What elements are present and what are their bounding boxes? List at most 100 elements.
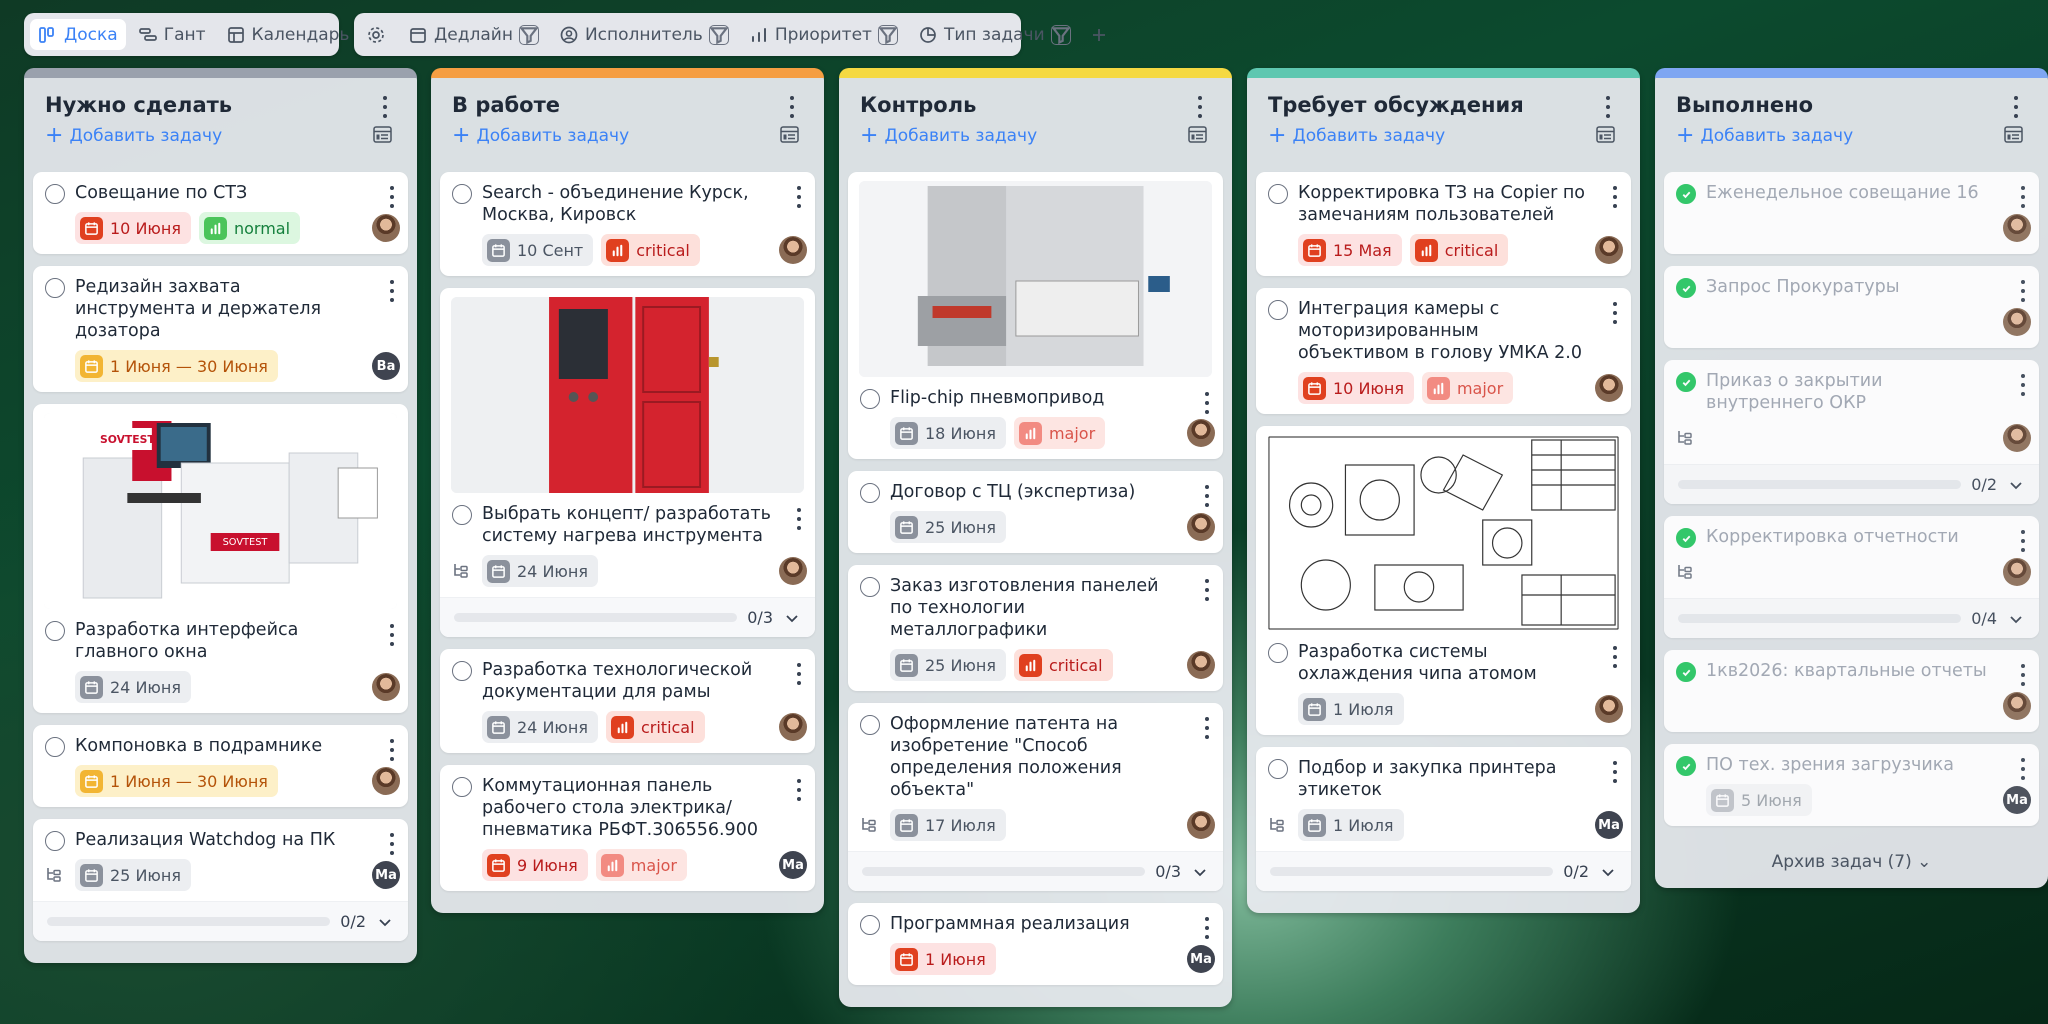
- complete-checkbox[interactable]: [1268, 643, 1288, 663]
- complete-checkbox[interactable]: [1268, 184, 1288, 204]
- archive-toggle[interactable]: Архив задач (7) ⌄: [1664, 838, 2039, 878]
- chevron-down-icon[interactable]: [783, 609, 801, 627]
- assignee-avatar[interactable]: Ма: [1595, 811, 1623, 839]
- task-card[interactable]: Приказ о закрытии внутреннего ОКР 0/2: [1664, 360, 2039, 504]
- add-task-button[interactable]: + Добавить задачу: [440, 125, 815, 147]
- add-task-button[interactable]: + Добавить задачу: [1664, 125, 2039, 147]
- task-menu-icon[interactable]: [796, 508, 802, 530]
- complete-checkbox[interactable]: [452, 777, 472, 797]
- task-menu-icon[interactable]: [389, 186, 395, 208]
- column-menu-icon[interactable]: [1197, 96, 1203, 118]
- task-card[interactable]: Оформление патента на изобретение "Спосо…: [848, 703, 1223, 891]
- view-calendar-tab[interactable]: Календарь: [218, 19, 358, 50]
- assignee-avatar[interactable]: [1595, 374, 1623, 402]
- priority-tag[interactable]: normal: [198, 212, 301, 244]
- due-date-tag[interactable]: 17 Июля: [890, 809, 1006, 841]
- assignee-avatar[interactable]: [1187, 419, 1215, 447]
- task-menu-icon[interactable]: [2020, 664, 2026, 686]
- complete-checkbox[interactable]: [45, 737, 65, 757]
- chevron-down-icon[interactable]: [376, 913, 394, 931]
- task-card[interactable]: Коммутационная панель рабочего стола эле…: [440, 765, 815, 891]
- complete-checkbox[interactable]: [452, 661, 472, 681]
- add-task-button[interactable]: + Добавить задачу: [33, 125, 408, 147]
- filter-deadline[interactable]: Дедлайн: [400, 19, 547, 50]
- filter-task-type[interactable]: Тип задачи: [910, 19, 1079, 50]
- due-date-tag[interactable]: 24 Июня: [75, 671, 191, 703]
- complete-checkbox[interactable]: [1676, 278, 1696, 298]
- assignee-avatar[interactable]: [372, 767, 400, 795]
- task-menu-icon[interactable]: [389, 280, 395, 302]
- view-gantt-tab[interactable]: Гант: [130, 19, 214, 50]
- filter-priority[interactable]: Приоритет: [741, 19, 906, 50]
- due-date-tag[interactable]: 1 Июля: [1298, 693, 1404, 725]
- task-menu-icon[interactable]: [2020, 186, 2026, 208]
- assignee-avatar[interactable]: Ма: [2003, 786, 2031, 814]
- task-menu-icon[interactable]: [796, 663, 802, 685]
- complete-checkbox[interactable]: [452, 184, 472, 204]
- complete-checkbox[interactable]: [452, 505, 472, 525]
- due-date-tag[interactable]: 10 Июня: [75, 212, 191, 244]
- filter-assignee[interactable]: Исполнитель: [551, 19, 737, 50]
- priority-tag[interactable]: major: [595, 849, 687, 881]
- column-menu-icon[interactable]: [1605, 96, 1611, 118]
- task-card[interactable]: Заказ изготовления панелей по технологии…: [848, 565, 1223, 691]
- add-task-button[interactable]: + Добавить задачу: [1256, 125, 1631, 147]
- task-card[interactable]: Корректировка ТЗ на Copier по замечаниям…: [1256, 172, 1631, 276]
- complete-checkbox[interactable]: [860, 715, 880, 735]
- due-date-tag[interactable]: 10 Сент: [482, 234, 594, 266]
- assignee-avatar[interactable]: [2003, 692, 2031, 720]
- task-menu-icon[interactable]: [389, 833, 395, 855]
- task-menu-icon[interactable]: [1204, 917, 1210, 939]
- task-card[interactable]: Разработка технологической документации …: [440, 649, 815, 753]
- complete-checkbox[interactable]: [45, 278, 65, 298]
- task-card[interactable]: Договор с ТЦ (экспертиза) 25 Июня: [848, 471, 1223, 553]
- due-date-tag[interactable]: 10 Июня: [1298, 372, 1414, 404]
- assignee-avatar[interactable]: [779, 557, 807, 585]
- card-layout-icon[interactable]: [1596, 126, 1615, 143]
- chevron-down-icon[interactable]: [2007, 610, 2025, 628]
- task-card[interactable]: Выбрать концепт/ разработать систему наг…: [440, 288, 815, 637]
- column-menu-icon[interactable]: [789, 96, 795, 118]
- task-menu-icon[interactable]: [1612, 186, 1618, 208]
- due-date-tag[interactable]: 5 Июня: [1706, 784, 1812, 816]
- complete-checkbox[interactable]: [1676, 372, 1696, 392]
- task-card[interactable]: Корректировка отчетности 0/4: [1664, 516, 2039, 638]
- task-menu-icon[interactable]: [1204, 485, 1210, 507]
- due-date-tag[interactable]: 1 Июня: [890, 943, 996, 975]
- complete-checkbox[interactable]: [1676, 184, 1696, 204]
- complete-checkbox[interactable]: [1676, 662, 1696, 682]
- priority-tag[interactable]: critical: [1013, 649, 1113, 681]
- assignee-avatar[interactable]: Ма: [372, 861, 400, 889]
- assignee-avatar[interactable]: [2003, 558, 2031, 586]
- due-date-tag[interactable]: 15 Мая: [1298, 234, 1402, 266]
- task-menu-icon[interactable]: [2020, 530, 2026, 552]
- task-menu-icon[interactable]: [1204, 392, 1210, 414]
- assignee-avatar[interactable]: [1187, 651, 1215, 679]
- assignee-avatar[interactable]: [779, 713, 807, 741]
- complete-checkbox[interactable]: [860, 483, 880, 503]
- complete-checkbox[interactable]: [860, 915, 880, 935]
- priority-tag[interactable]: major: [1013, 417, 1106, 449]
- complete-checkbox[interactable]: [1676, 756, 1696, 776]
- assignee-avatar[interactable]: [2003, 214, 2031, 242]
- complete-checkbox[interactable]: [860, 389, 880, 409]
- due-date-tag[interactable]: 1 Июня — 30 Июня: [75, 350, 278, 382]
- task-card[interactable]: Разработка системы охлаждения чипа атомо…: [1256, 426, 1631, 735]
- assignee-avatar[interactable]: [1595, 236, 1623, 264]
- complete-checkbox[interactable]: [45, 831, 65, 851]
- priority-tag[interactable]: critical: [605, 711, 705, 743]
- task-card[interactable]: Запрос Прокуратуры: [1664, 266, 2039, 348]
- task-card[interactable]: Еженедельное совещание 16: [1664, 172, 2039, 254]
- priority-tag[interactable]: critical: [1409, 234, 1509, 266]
- due-date-tag[interactable]: 1 Июня — 30 Июня: [75, 765, 278, 797]
- priority-tag[interactable]: critical: [601, 234, 700, 266]
- card-layout-icon[interactable]: [1188, 126, 1207, 143]
- due-date-tag[interactable]: 24 Июня: [482, 555, 598, 587]
- assignee-avatar[interactable]: Ма: [1187, 945, 1215, 973]
- settings-button[interactable]: [360, 19, 392, 50]
- view-board-tab[interactable]: Доска: [30, 19, 126, 50]
- task-menu-icon[interactable]: [389, 624, 395, 646]
- complete-checkbox[interactable]: [860, 577, 880, 597]
- chevron-down-icon[interactable]: [1599, 863, 1617, 881]
- task-card[interactable]: Совещание по СТЗ 10 Июня normal: [33, 172, 408, 254]
